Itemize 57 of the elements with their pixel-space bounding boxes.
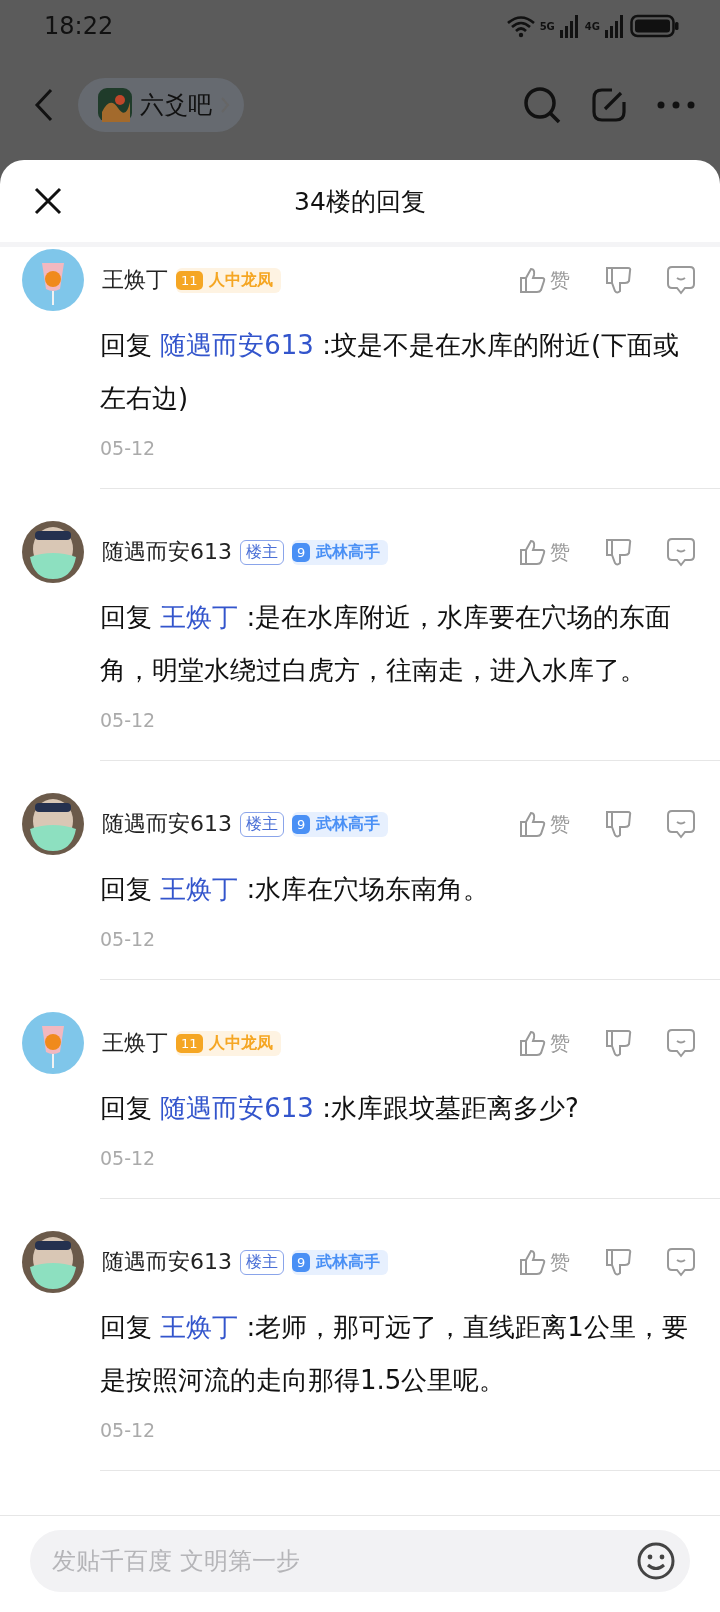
reply-text: 回复 王焕丁 :老师，那可远了，直线距离1公里，要是按照河流的走向那得1.5公里呢。 <box>100 1311 689 1397</box>
user-link[interactable]: 王焕丁 <box>160 1312 239 1342</box>
search-icon[interactable] <box>522 85 562 125</box>
owner-tag: 楼主 <box>240 1249 284 1275</box>
thumbs-down-icon[interactable] <box>604 809 632 839</box>
reply-text: 回复 王焕丁 :水库在穴场东南角。 <box>100 873 491 906</box>
avatar[interactable] <box>22 521 84 583</box>
signal-icon <box>558 13 581 39</box>
reply-text: 回复 随遇而安613 :坟是不是在水库的附近(下面或左右边) <box>100 329 681 415</box>
rank-badge: 11 人中龙凤 <box>176 1030 281 1056</box>
comment-date: 05-12 <box>100 1419 157 1441</box>
edit-icon[interactable] <box>590 86 628 124</box>
rank-badge: 11 人中龙凤 <box>176 267 281 293</box>
comment-input[interactable]: 发贴千百度 文明第一步 <box>30 1530 690 1592</box>
comment-icon[interactable] <box>666 1247 696 1277</box>
comment-icon[interactable] <box>666 537 696 567</box>
signal-icon <box>604 13 626 39</box>
user-link[interactable]: 王焕丁 <box>160 602 239 632</box>
comment-date: 05-12 <box>100 928 157 950</box>
avatar[interactable] <box>22 793 84 855</box>
comment-date: 05-12 <box>100 709 157 731</box>
username[interactable]: 王焕丁 <box>102 1028 168 1058</box>
network-label: 4G <box>584 21 600 32</box>
comment-icon[interactable] <box>666 1028 696 1058</box>
emoji-icon[interactable] <box>636 1541 676 1581</box>
username[interactable]: 随遇而安613 <box>102 537 232 567</box>
sheet-title: 34楼的回复 <box>294 185 426 218</box>
user-link[interactable]: 王焕丁 <box>160 874 239 904</box>
owner-tag: 楼主 <box>240 539 284 565</box>
thumbs-down-icon[interactable] <box>604 1028 632 1058</box>
close-icon[interactable] <box>34 187 62 215</box>
reply-text: 回复 随遇而安613 :水库跟坟墓距离多少? <box>100 1092 580 1125</box>
back-icon[interactable] <box>34 88 54 122</box>
rank-badge: 9 武林高手 <box>292 1249 389 1275</box>
wifi-icon <box>505 14 536 38</box>
thumbs-down-icon[interactable] <box>604 265 632 295</box>
comment-icon[interactable] <box>666 265 696 295</box>
username[interactable]: 王焕丁 <box>102 265 168 295</box>
status-time: 18:22 <box>44 12 114 40</box>
avatar[interactable] <box>22 1231 84 1293</box>
more-icon[interactable] <box>656 100 696 110</box>
thumbs-down-icon[interactable] <box>604 537 632 567</box>
owner-tag: 楼主 <box>240 811 284 837</box>
rank-badge: 9 武林高手 <box>292 811 389 837</box>
rank-badge: 9 武林高手 <box>292 539 389 565</box>
network-label: 5G <box>539 21 555 32</box>
battery-icon <box>630 14 680 38</box>
comment-date: 05-12 <box>100 1147 157 1169</box>
comment-date: 05-12 <box>100 437 157 459</box>
thumbs-down-icon[interactable] <box>604 1247 632 1277</box>
username[interactable]: 随遇而安613 <box>102 809 232 839</box>
forum-chip[interactable]: 六爻吧 <box>78 78 244 132</box>
user-link[interactable]: 随遇而安613 <box>160 330 314 360</box>
reply-text: 回复 王焕丁 :是在水库附近，水库要在穴场的东面角，明堂水绕过白虎方，往南走，进入水库了。 <box>100 601 673 687</box>
user-link[interactable]: 随遇而安613 <box>160 1093 314 1123</box>
comment-icon[interactable] <box>666 809 696 839</box>
username[interactable]: 随遇而安613 <box>102 1247 232 1277</box>
